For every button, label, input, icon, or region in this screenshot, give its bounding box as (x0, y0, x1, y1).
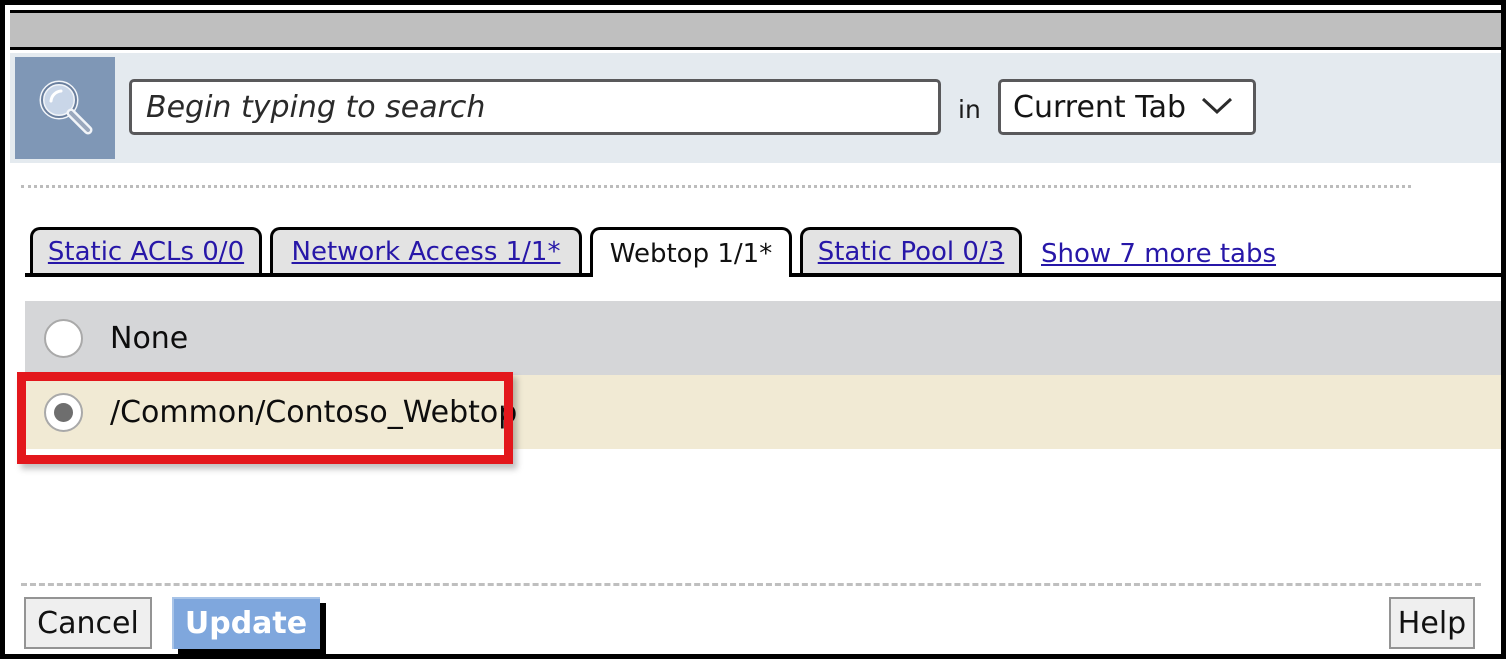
radio-button-none[interactable] (44, 318, 83, 358)
list-item-contoso-webtop[interactable]: /Common/Contoso_Webtop (25, 375, 1501, 449)
option-label: /Common/Contoso_Webtop (110, 394, 518, 430)
tab-label: Static ACLs 0/0 (47, 236, 245, 267)
tab-static-pool[interactable]: Static Pool 0/3 (800, 227, 1022, 273)
search-scope-label: in (958, 95, 981, 124)
search-input[interactable] (129, 79, 941, 135)
window-titlebar (10, 10, 1501, 50)
tab-static-acls[interactable]: Static ACLs 0/0 (30, 227, 262, 273)
tab-bar: Static ACLs 0/0 Network Access 1/1* Webt… (10, 223, 1501, 277)
radio-button-contoso-webtop[interactable] (44, 392, 83, 432)
tab-label: Webtop 1/1* (609, 238, 773, 269)
search-scope-value: Current Tab (1013, 89, 1186, 125)
dialog-footer: Cancel Update Help (10, 588, 1501, 654)
magnifier-icon (15, 57, 115, 159)
webtop-option-list: None /Common/Contoso_Webtop (25, 301, 1501, 449)
list-item-none[interactable]: None (25, 301, 1501, 375)
cancel-button[interactable]: Cancel (24, 597, 152, 649)
section-divider-bottom (21, 583, 1481, 586)
tab-label: Network Access 1/1* (291, 236, 561, 267)
show-more-tabs-link[interactable]: Show 7 more tabs (1041, 239, 1276, 269)
update-button[interactable]: Update (172, 597, 320, 649)
tab-webtop[interactable]: Webtop 1/1* (590, 227, 792, 277)
help-button[interactable]: Help (1389, 597, 1475, 649)
chevron-down-icon (1200, 95, 1234, 119)
section-divider-top (21, 185, 1411, 188)
option-label: None (110, 320, 189, 356)
search-scope-dropdown[interactable]: Current Tab (998, 79, 1256, 135)
tab-network-access[interactable]: Network Access 1/1* (270, 227, 582, 273)
tab-label: Static Pool 0/3 (817, 236, 1005, 267)
search-bar: in Current Tab (10, 53, 1501, 163)
webtop-assignment-dialog: in Current Tab Static ACLs 0/0 Network A… (0, 0, 1506, 659)
